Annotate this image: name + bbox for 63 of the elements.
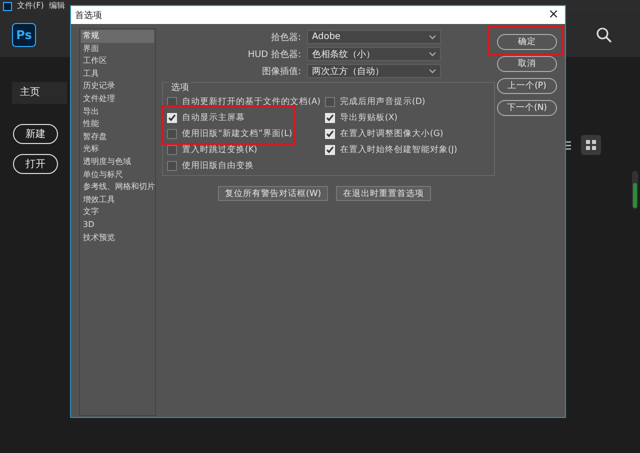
dialog-title: 首选项: [75, 10, 102, 22]
checkbox[interactable]: [167, 144, 177, 154]
meter-drawing: [632, 171, 638, 209]
checkbox[interactable]: [167, 128, 177, 138]
dropdown[interactable]: 色相条纹（小）: [307, 47, 441, 61]
app-icon: [3, 2, 12, 10]
category-item[interactable]: 工具: [81, 68, 154, 80]
cancel-button[interactable]: 取消: [497, 56, 557, 72]
field-label: 图像插值:: [260, 66, 301, 78]
checkbox-option[interactable]: 在置入时调整图像大小(G): [325, 127, 458, 140]
checkbox[interactable]: [325, 128, 335, 138]
new-button[interactable]: 新建: [13, 124, 58, 144]
category-item[interactable]: 界面: [81, 42, 154, 56]
reset-button[interactable]: 在退出时重置首选项: [336, 186, 432, 201]
category-item[interactable]: 3D: [81, 218, 154, 232]
dropdown[interactable]: Adobe: [307, 30, 441, 44]
caret-icon: [429, 52, 436, 56]
category-item[interactable]: 技术预览: [81, 232, 154, 244]
checkbox-option[interactable]: 使用旧版自由变换: [167, 159, 325, 172]
menu-item[interactable]: 编辑: [48, 0, 65, 12]
caret-icon: [429, 68, 436, 74]
group-title: 选项: [169, 81, 191, 94]
home-tab[interactable]: 主页: [12, 82, 67, 104]
category-item[interactable]: 历史记录: [81, 80, 154, 93]
checkbox[interactable]: [325, 144, 335, 154]
checkbox[interactable]: [167, 160, 177, 170]
open-button[interactable]: 打开: [13, 154, 58, 174]
app-logo: Ps: [12, 22, 36, 46]
checkbox-option[interactable]: 在置入时始终创建智能对象(J): [325, 143, 458, 156]
category-item[interactable]: 增效工具: [81, 194, 154, 206]
category-item[interactable]: 导出: [81, 106, 154, 118]
category-item[interactable]: 文字: [81, 206, 154, 219]
dropdown[interactable]: 两次立方（自动）: [307, 64, 441, 78]
checkbox[interactable]: [167, 96, 177, 106]
field-label: HUD 拾色器:: [246, 48, 301, 60]
checkbox-option[interactable]: 自动更新打开的基于文件的文档(A): [167, 95, 325, 108]
close-button[interactable]: ×: [548, 8, 559, 22]
caret-icon: [429, 34, 436, 40]
category-item[interactable]: 暂存盘: [81, 130, 154, 144]
checkbox-option[interactable]: 完成后用声音提示(D): [325, 95, 458, 108]
checkbox[interactable]: [325, 112, 335, 122]
field-label: 拾色器:: [270, 32, 301, 44]
ok-button[interactable]: 确定: [497, 34, 557, 50]
checkbox[interactable]: [325, 96, 335, 106]
checkbox-option[interactable]: 使用旧版“新建文档”界面(L): [167, 127, 325, 140]
next-button[interactable]: 下一个(N): [497, 100, 557, 116]
checkbox[interactable]: [167, 112, 177, 122]
reset-button[interactable]: 复位所有警告对话框(W): [218, 186, 328, 201]
category-item[interactable]: 工作区: [81, 55, 154, 68]
category-item[interactable]: 单位与标尺: [81, 168, 154, 182]
previous-button[interactable]: 上一个(P): [497, 78, 557, 94]
search-icon[interactable]: [596, 26, 612, 42]
category-item[interactable]: 光标: [81, 143, 154, 156]
category-item[interactable]: 文件处理: [81, 92, 154, 106]
category-item[interactable]: 参考线、网格和切片: [81, 181, 154, 194]
category-item[interactable]: 常规: [81, 30, 154, 43]
checkbox-option[interactable]: 导出剪贴板(X): [325, 111, 458, 124]
category-item[interactable]: 性能: [81, 118, 154, 131]
grid-view-icon[interactable]: [581, 135, 601, 155]
checkbox-option[interactable]: 自动显示主屏幕: [167, 111, 325, 124]
menu-item[interactable]: 文件(F): [17, 0, 44, 12]
checkbox-option[interactable]: 置入时跳过变换(K): [167, 143, 325, 156]
category-item[interactable]: 透明度与色域: [81, 156, 154, 169]
